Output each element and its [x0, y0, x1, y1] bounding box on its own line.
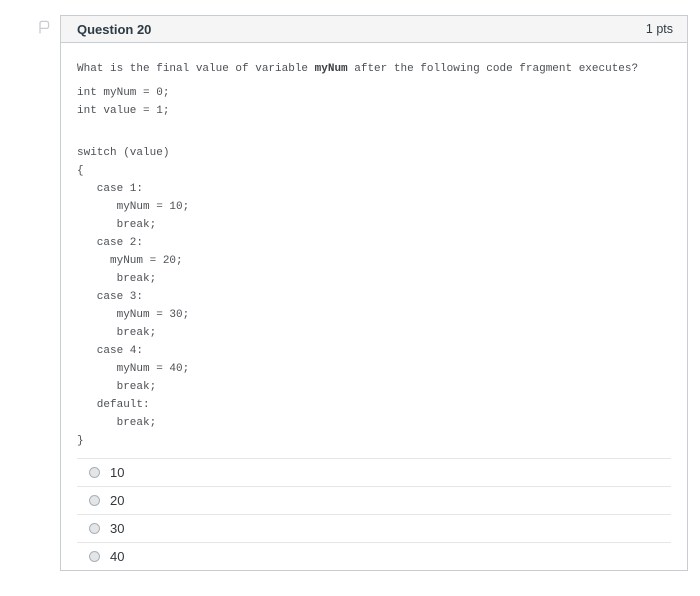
option-label: 40 [110, 549, 125, 564]
answer-option[interactable]: 20 [77, 486, 671, 514]
question-body: What is the final value of variable myNu… [61, 43, 687, 570]
answer-option[interactable]: 10 [77, 458, 671, 486]
question-card: Question 20 1 pts What is the final valu… [60, 15, 688, 571]
question-header: Question 20 1 pts [61, 16, 687, 43]
code-declarations: int myNum = 0; int value = 1; [77, 87, 170, 117]
option-label: 20 [110, 493, 125, 508]
option-label: 10 [110, 465, 125, 480]
radio-button[interactable] [89, 495, 100, 506]
prompt-variable-name: myNum [314, 63, 348, 75]
prompt-text-after: after the following code fragment execut… [347, 63, 639, 75]
question-prompt: What is the final value of variable myNu… [77, 60, 671, 78]
question-points: 1 pts [645, 22, 673, 36]
flag-question-button[interactable] [34, 18, 54, 38]
radio-button[interactable] [89, 551, 100, 562]
question-title: Question 20 [77, 21, 152, 37]
answer-option[interactable]: 40 [77, 542, 671, 570]
flag-icon [36, 20, 52, 38]
radio-button[interactable] [89, 467, 100, 478]
quiz-page: Question 20 1 pts What is the final valu… [0, 0, 700, 596]
answer-options: 10 20 30 40 [77, 458, 671, 570]
code-switch-block: switch (value) { case 1: myNum = 10; bre… [77, 147, 190, 447]
option-label: 30 [110, 521, 125, 536]
radio-button[interactable] [89, 523, 100, 534]
prompt-text-before: What is the final value of variable [77, 63, 315, 75]
answer-option[interactable]: 30 [77, 514, 671, 542]
